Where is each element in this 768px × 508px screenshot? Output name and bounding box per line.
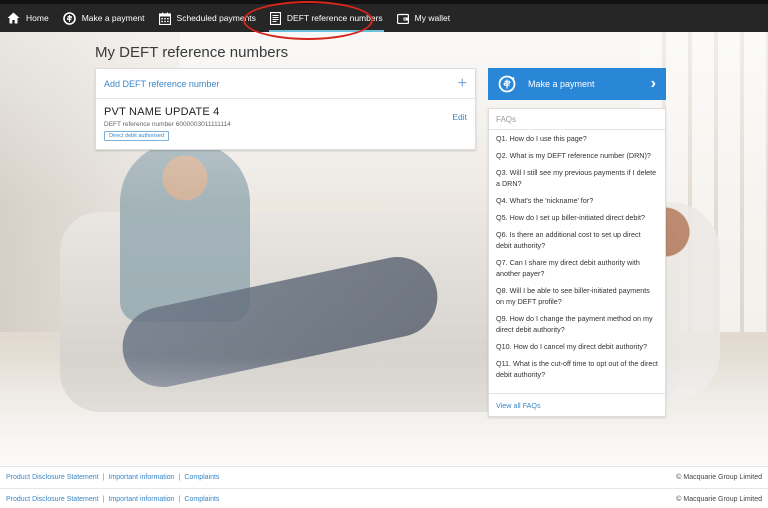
wallet-icon	[396, 13, 409, 24]
faq-item[interactable]: Q8. Will I be able to see biller-initiat…	[496, 285, 658, 307]
complaints-link[interactable]: Complaints	[184, 496, 219, 503]
nav-deft-reference-numbers-label: DEFT reference numbers	[286, 13, 383, 23]
drn-reference-number: DEFT reference number 6000003011111114	[104, 121, 231, 128]
faq-item[interactable]: Q3. Will I still see my previous payment…	[496, 167, 658, 189]
document-icon	[269, 11, 281, 25]
product-disclosure-link[interactable]: Product Disclosure Statement	[6, 474, 99, 481]
nav-make-payment-label: Make a payment	[81, 13, 145, 23]
nav-scheduled-payments[interactable]: Scheduled payments	[152, 4, 263, 32]
make-payment-label: Make a payment	[528, 79, 595, 89]
faq-item[interactable]: Q6. Is there an additional cost to set u…	[496, 229, 658, 251]
product-disclosure-link[interactable]: Product Disclosure Statement	[6, 496, 99, 503]
footer-separator: |	[178, 496, 181, 503]
faq-item[interactable]: Q9. How do I change the payment method o…	[496, 313, 658, 335]
important-information-link[interactable]: Important information	[108, 474, 174, 481]
footer-separator: |	[102, 496, 105, 503]
faq-item[interactable]: Q7. Can I share my direct debit authorit…	[496, 257, 658, 279]
home-icon	[7, 12, 20, 24]
faq-panel: FAQs Q1. How do I use this page? Q2. Wha…	[488, 108, 666, 417]
important-information-link[interactable]: Important information	[108, 496, 174, 503]
nav-my-wallet[interactable]: My wallet	[390, 4, 457, 32]
nav-home[interactable]: Home	[0, 4, 56, 32]
view-all-faqs-link[interactable]: View all FAQs	[489, 393, 665, 416]
nav-deft-reference-numbers[interactable]: DEFT reference numbers	[263, 4, 390, 32]
edit-link[interactable]: Edit	[452, 112, 467, 122]
payment-cycle-icon	[498, 75, 516, 93]
footer-separator: |	[102, 474, 105, 481]
faq-item[interactable]: Q1. How do I use this page?	[496, 133, 658, 144]
faq-title: FAQs	[489, 109, 665, 130]
footer-duplicate: Product Disclosure Statement | Important…	[0, 488, 768, 508]
faq-list: Q1. How do I use this page? Q2. What is …	[489, 130, 665, 380]
drn-name: PVT NAME UPDATE 4	[104, 106, 220, 118]
footer-separator: |	[178, 474, 181, 481]
add-deft-reference-button[interactable]: Add DEFT reference number +	[96, 69, 475, 99]
plus-icon[interactable]: +	[458, 75, 467, 92]
faq-item[interactable]: Q4. What's the 'nickname' for?	[496, 195, 658, 206]
calendar-icon	[158, 12, 171, 25]
nav-scheduled-payments-label: Scheduled payments	[176, 13, 256, 23]
add-deft-reference-label: Add DEFT reference number	[104, 78, 220, 89]
nav-home-label: Home	[26, 13, 49, 23]
footer: Product Disclosure Statement | Important…	[0, 466, 768, 488]
faq-item[interactable]: Q2. What is my DEFT reference number (DR…	[496, 150, 658, 161]
faq-item[interactable]: Q10. How do I cancel my direct debit aut…	[496, 341, 658, 352]
top-navigation: Home Make a payment Scheduled payments D…	[0, 0, 768, 32]
drn-item: PVT NAME UPDATE 4 DEFT reference number …	[96, 99, 475, 148]
faq-item[interactable]: Q5. How do I set up biller-initiated dir…	[496, 212, 658, 223]
payment-cycle-icon	[62, 11, 76, 25]
chevron-right-icon: ›	[650, 75, 656, 92]
direct-debit-status-badge: Direct debit authorised	[104, 131, 170, 141]
complaints-link[interactable]: Complaints	[184, 474, 219, 481]
make-payment-button[interactable]: Make a payment ›	[488, 68, 666, 100]
nav-make-payment[interactable]: Make a payment	[56, 4, 152, 32]
copyright: © Macquarie Group Limited	[676, 474, 762, 481]
copyright: © Macquarie Group Limited	[676, 496, 762, 503]
nav-my-wallet-label: My wallet	[414, 13, 451, 23]
drn-card: Add DEFT reference number + PVT NAME UPD…	[95, 68, 476, 150]
page-title: My DEFT reference numbers	[95, 44, 289, 61]
faq-item[interactable]: Q11. What is the cut-off time to opt out…	[496, 358, 658, 380]
